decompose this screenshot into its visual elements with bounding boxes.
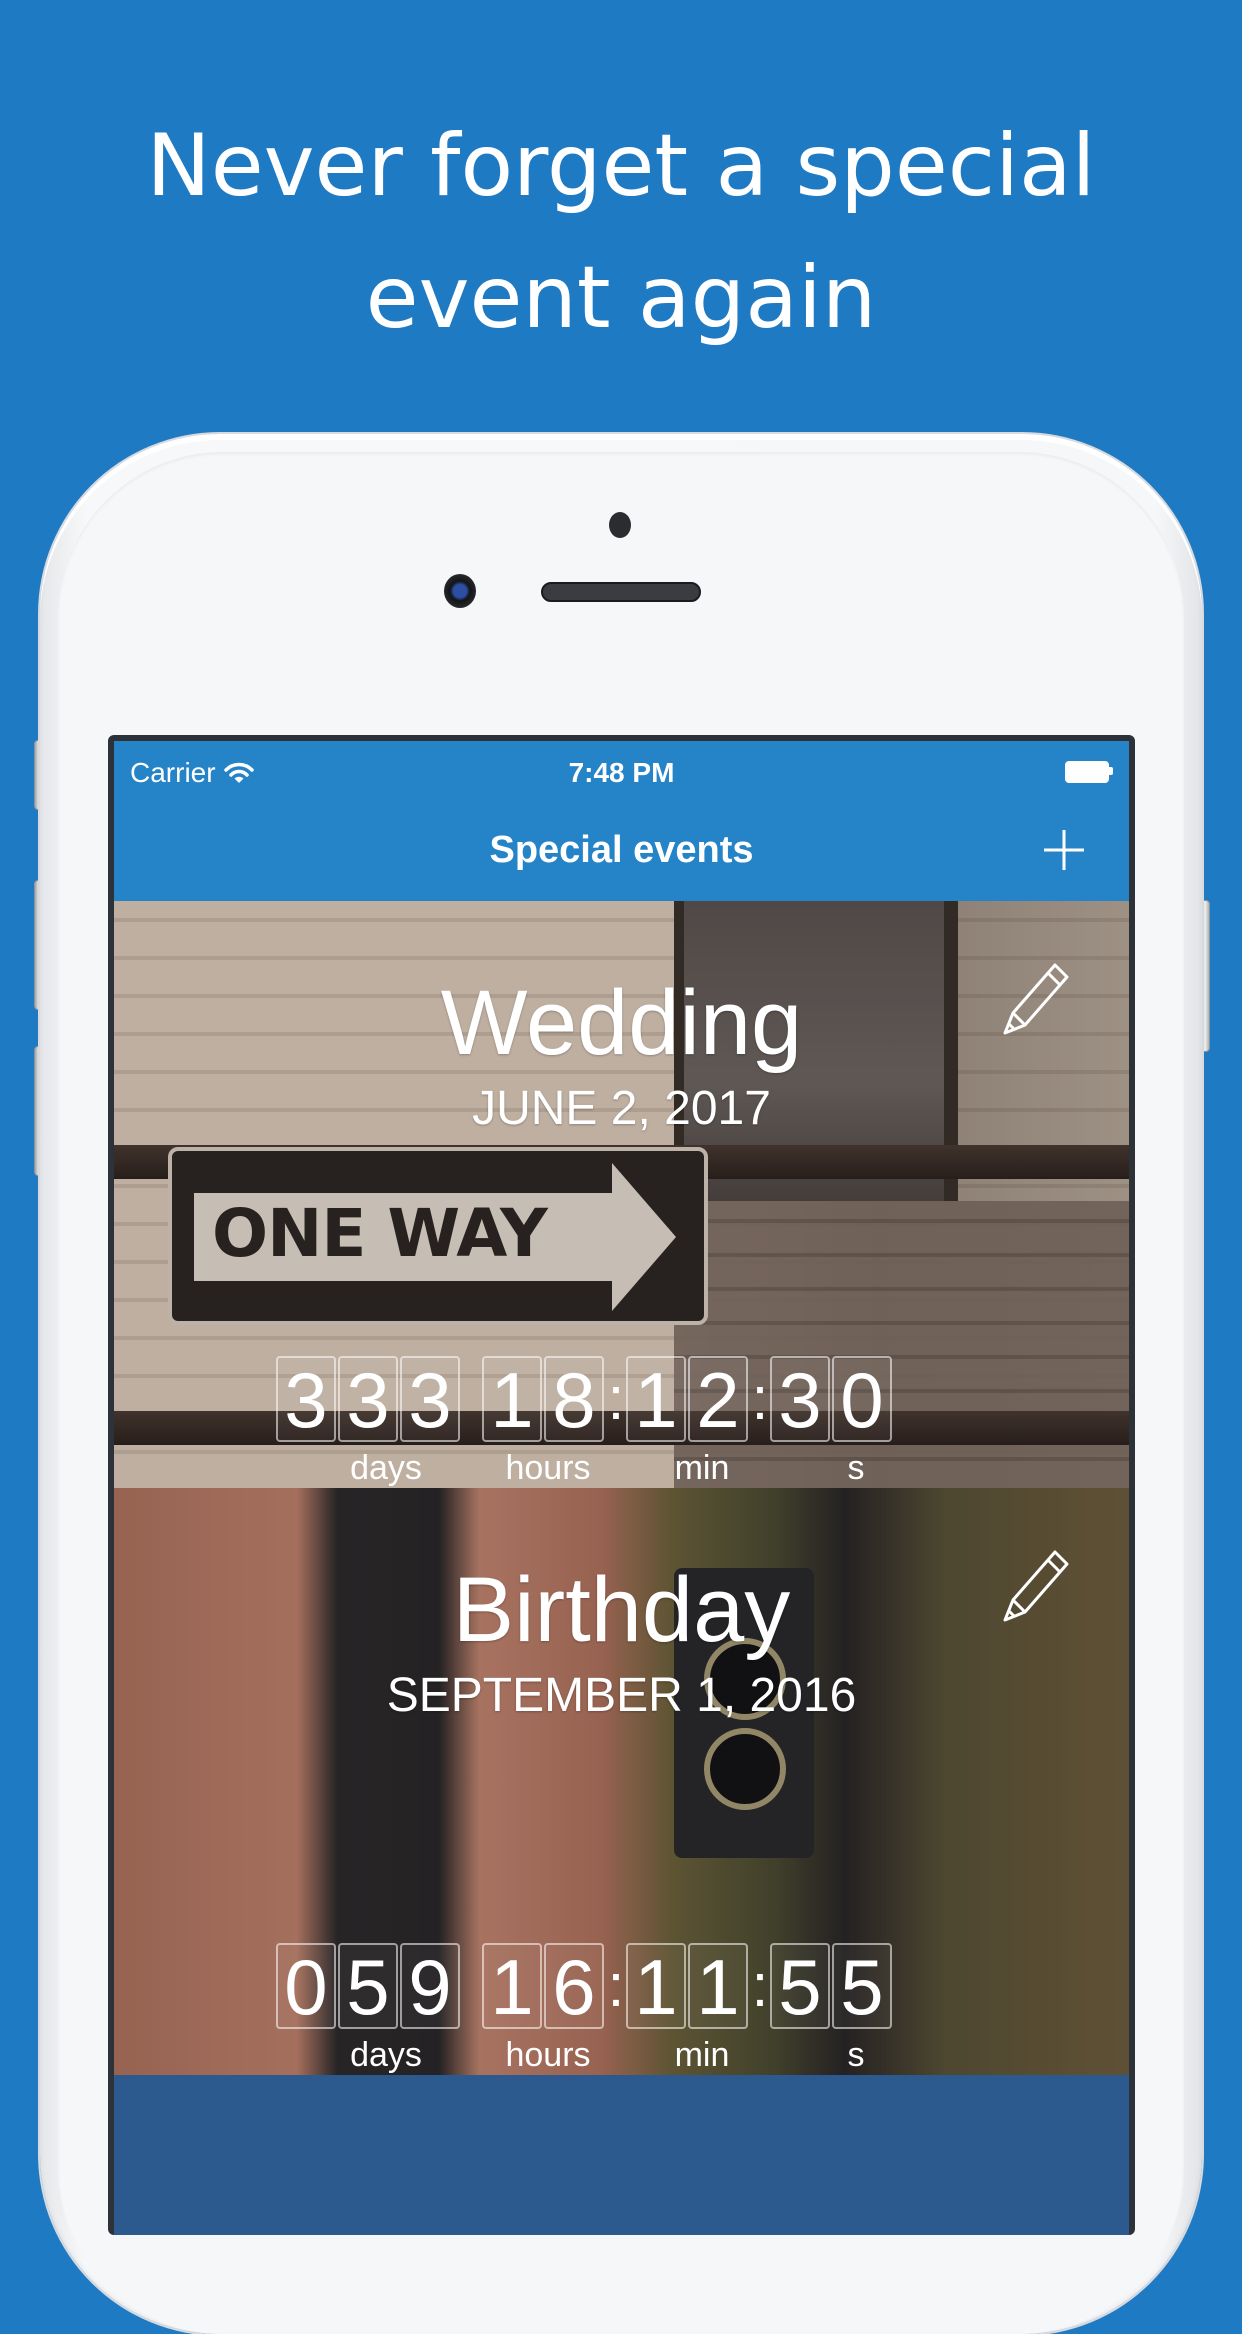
time-separator: : bbox=[751, 1952, 769, 2019]
min-digit: 1 bbox=[626, 1943, 686, 2029]
event-card-wedding[interactable]: ONE WAY Wedding JUNE 2, 2017 3 3 3 1 8:… bbox=[114, 901, 1129, 1488]
event-title: Birthday bbox=[452, 1559, 791, 1661]
min-digit: 1 bbox=[626, 1356, 686, 1442]
event-date: JUNE 2, 2017 bbox=[472, 1082, 771, 1135]
sec-digit: 3 bbox=[770, 1356, 830, 1442]
days-digit: 3 bbox=[338, 1356, 398, 1442]
min-label: min bbox=[674, 2036, 730, 2074]
earpiece-speaker bbox=[541, 582, 701, 602]
page-title: Special events bbox=[489, 829, 754, 871]
pencil-icon bbox=[1003, 963, 1069, 1035]
event-title: Wedding bbox=[440, 972, 803, 1074]
days-label: days bbox=[350, 1449, 422, 1487]
sec-digit: 5 bbox=[832, 1943, 892, 2029]
edit-event-button[interactable] bbox=[993, 1546, 1073, 1626]
sec-digit: 5 bbox=[770, 1943, 830, 2029]
plus-icon bbox=[1044, 830, 1084, 870]
battery-icon bbox=[1065, 761, 1113, 783]
add-event-button[interactable] bbox=[1039, 825, 1089, 875]
hours-digit: 1 bbox=[482, 1943, 542, 2029]
pencil-icon bbox=[1003, 1550, 1069, 1622]
min-label: min bbox=[674, 1449, 730, 1487]
hours-label: hours bbox=[505, 1449, 591, 1487]
status-time: 7:48 PM bbox=[568, 757, 675, 788]
app-screen: Carrier 7:48 PM Special events ONE WAY W… bbox=[114, 741, 1129, 2235]
event-date: SEPTEMBER 1, 2016 bbox=[386, 1669, 857, 1722]
days-digit: 0 bbox=[276, 1943, 336, 2029]
countdown-timer: 3 3 3 1 8 : 1 2 : 3 0 bbox=[276, 1356, 894, 1446]
hours-digit: 1 bbox=[482, 1356, 542, 1442]
time-separator: : bbox=[607, 1952, 625, 2019]
sec-digit: 0 bbox=[832, 1356, 892, 1442]
hours-label: hours bbox=[505, 2036, 591, 2074]
hours-digit: 6 bbox=[544, 1943, 604, 2029]
time-separator: : bbox=[751, 1365, 769, 1432]
days-digit: 3 bbox=[276, 1356, 336, 1442]
days-digit: 9 bbox=[400, 1943, 460, 2029]
hours-digit: 8 bbox=[544, 1356, 604, 1442]
countdown-timer: 0 5 9 1 6 : 1 1 : 5 5 bbox=[276, 1943, 894, 2033]
marketing-headline: Never forget a special event again bbox=[0, 100, 1242, 364]
days-digit: 3 bbox=[400, 1356, 460, 1442]
front-camera-icon bbox=[444, 574, 476, 608]
status-bar: Carrier 7:48 PM bbox=[114, 741, 1129, 803]
min-digit: 1 bbox=[688, 1943, 748, 2029]
days-digit: 5 bbox=[338, 1943, 398, 2029]
headline-line-2: event again bbox=[365, 248, 877, 348]
edit-event-button[interactable] bbox=[993, 959, 1073, 1039]
phone-screen: Carrier 7:48 PM Special events ONE WAY W… bbox=[108, 735, 1135, 2235]
navigation-bar: Special events bbox=[114, 803, 1129, 901]
time-separator: : bbox=[607, 1365, 625, 1432]
proximity-sensor bbox=[609, 512, 631, 538]
sec-label: s bbox=[847, 2036, 865, 2074]
sec-label: s bbox=[847, 1449, 865, 1487]
days-label: days bbox=[350, 2036, 422, 2074]
event-card-birthday[interactable]: Birthday SEPTEMBER 1, 2016 0 5 9 1 6: 1… bbox=[114, 1488, 1129, 2075]
headline-line-1: Never forget a special bbox=[146, 116, 1096, 216]
min-digit: 2 bbox=[688, 1356, 748, 1442]
